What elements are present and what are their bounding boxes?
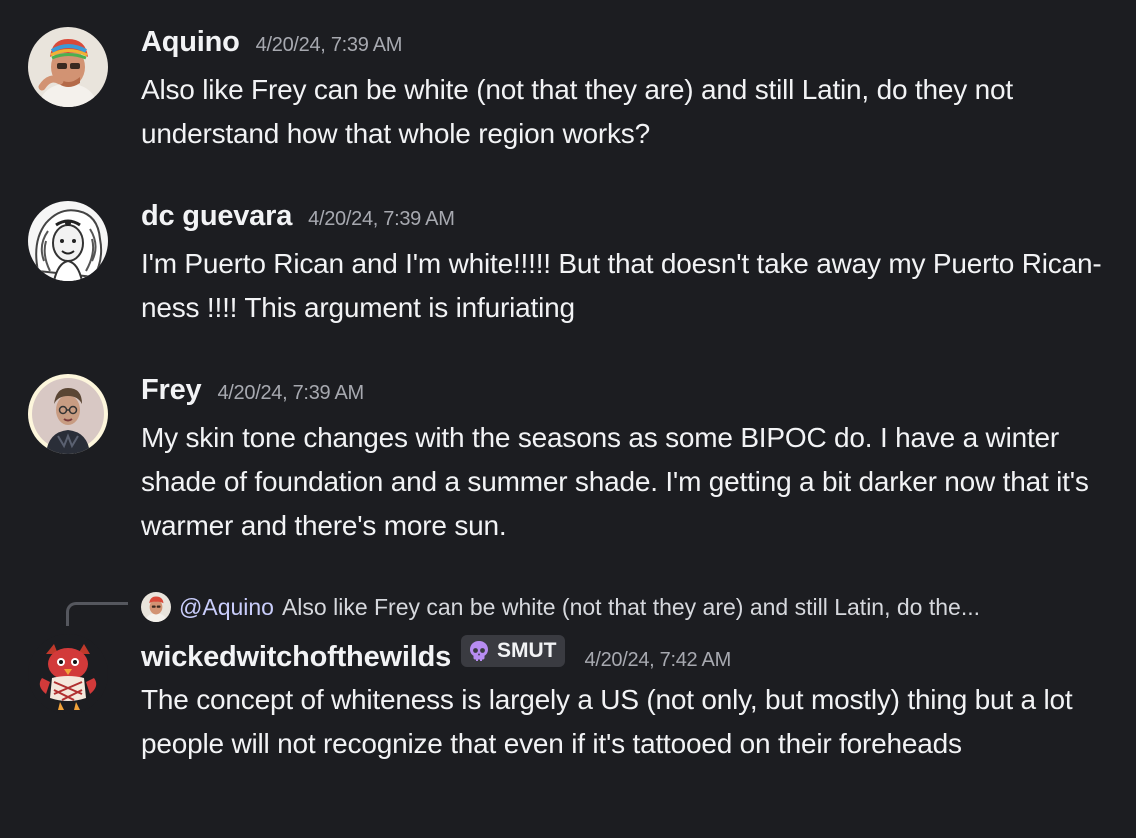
message-text: The concept of whiteness is largely a US… — [141, 684, 1073, 759]
avatar-frey[interactable] — [28, 374, 108, 454]
aquino-avatar-icon — [28, 27, 108, 107]
reply-mention[interactable]: @Aquino — [179, 594, 274, 621]
timestamp[interactable]: 4/20/24, 7:39 AM — [217, 382, 364, 405]
avatar-aquino[interactable] — [28, 27, 108, 107]
reply-preview[interactable]: @Aquino Also like Frey can be white (not… — [141, 590, 980, 624]
avatar-wickedwitchofthewilds[interactable] — [28, 634, 108, 714]
username[interactable]: dc guevara — [141, 200, 292, 233]
frey-avatar-icon — [28, 374, 108, 454]
username[interactable]: Frey — [141, 374, 202, 407]
timestamp[interactable]: 4/20/24, 7:39 AM — [308, 208, 455, 231]
timestamp[interactable]: 4/20/24, 7:39 AM — [256, 34, 403, 57]
reply-connector — [66, 602, 128, 626]
dc-guevara-avatar-icon — [28, 201, 108, 281]
bird-avatar-icon — [28, 634, 108, 714]
avatar-dc-guevara[interactable] — [28, 201, 108, 281]
aquino-avatar-icon — [141, 592, 171, 622]
timestamp[interactable]: 4/20/24, 7:42 AM — [585, 649, 732, 672]
server-tag[interactable]: SMUT — [461, 635, 565, 667]
username[interactable]: Aquino — [141, 26, 240, 59]
reply-preview-text[interactable]: Also like Frey can be white (not that th… — [282, 594, 980, 621]
message-text: Also like Frey can be white (not that th… — [141, 74, 1013, 149]
username[interactable]: wickedwitchofthewilds — [141, 641, 451, 674]
tag-label: SMUT — [497, 639, 557, 662]
skull-icon — [470, 641, 489, 661]
message-text: My skin tone changes with the seasons as… — [141, 422, 1089, 541]
message-text: I'm Puerto Rican and I'm white!!!!! But … — [141, 248, 1102, 323]
reply-avatar — [141, 592, 171, 622]
